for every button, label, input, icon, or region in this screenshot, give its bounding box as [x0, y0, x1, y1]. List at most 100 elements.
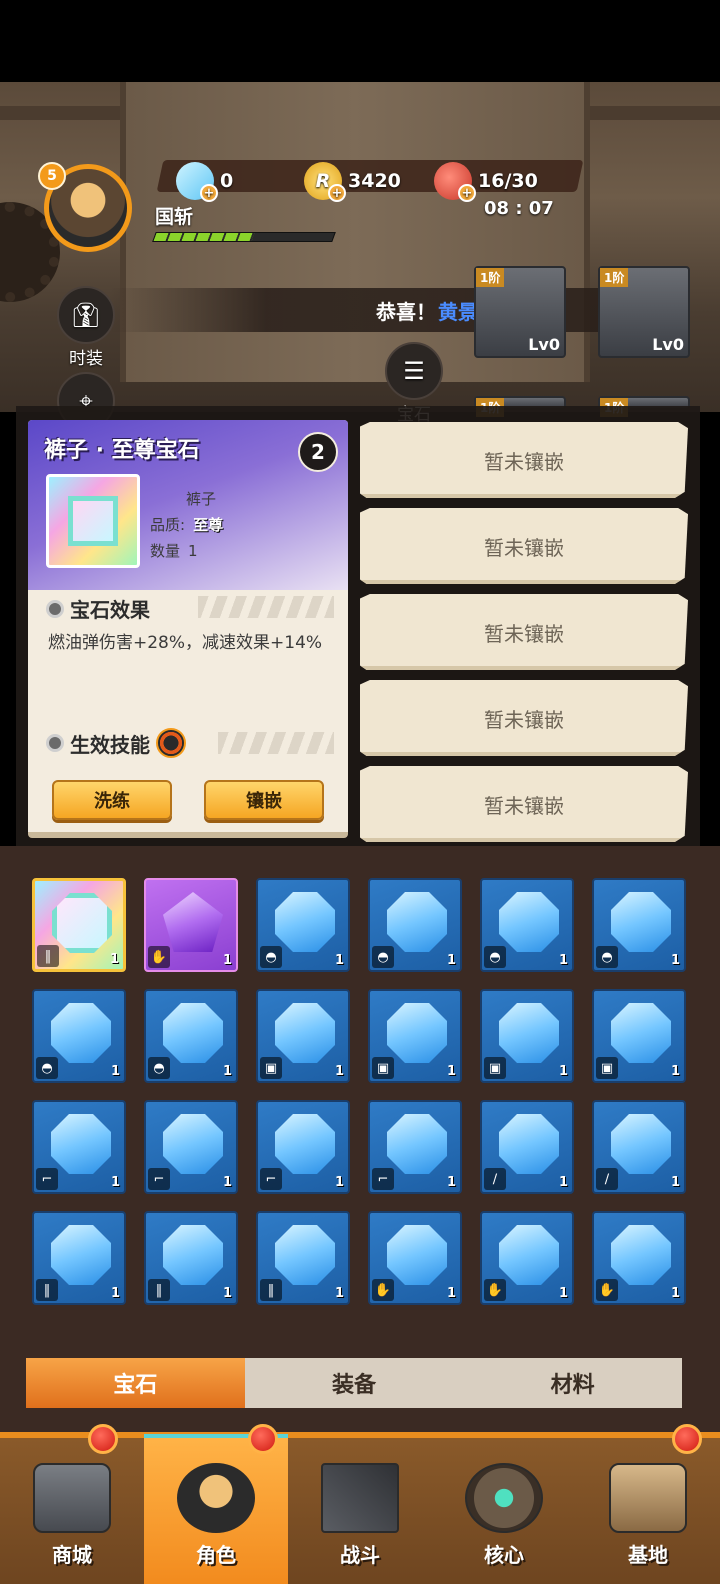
blue-gem-icon — [275, 1003, 335, 1063]
blue-gem-icon — [387, 892, 447, 952]
gem-count: 1 — [670, 1175, 680, 1190]
gem-item[interactable]: ‖ 1 — [144, 1211, 238, 1305]
gem-item[interactable]: ▣ 1 — [256, 989, 350, 1083]
helmet-icon: ◓ — [596, 946, 618, 968]
level-badge: 5 — [38, 162, 66, 190]
gem-item[interactable]: ‖ 1 — [32, 878, 126, 972]
gem-count: 1 — [334, 1286, 344, 1301]
gem-count: 1 — [222, 953, 232, 968]
add-stamina-icon[interactable]: + — [458, 184, 476, 202]
equipment-slot[interactable]: 1阶 Lv0 — [598, 266, 690, 358]
gem-item[interactable]: ⌐ 1 — [32, 1100, 126, 1194]
gem-item[interactable]: ‖ 1 — [32, 1211, 126, 1305]
add-diamond-icon[interactable]: + — [200, 184, 218, 202]
quantity-label: 数量 — [150, 542, 181, 560]
gem-socket[interactable]: 暂未镶嵌 — [360, 766, 688, 842]
gem-item[interactable]: ⌐ 1 — [144, 1100, 238, 1194]
gem-item[interactable]: ⌐ 1 — [368, 1100, 462, 1194]
gem-socket[interactable]: 暂未镶嵌 — [360, 508, 688, 584]
gem-count: 1 — [334, 1175, 344, 1190]
gem-info: 裤子 品质: 至尊 数量 1 — [150, 486, 223, 564]
blue-gem-icon — [51, 1114, 111, 1174]
armor-icon: ▣ — [372, 1057, 394, 1079]
exp-fill — [153, 233, 255, 241]
stripe-divider — [198, 596, 334, 618]
blue-gem-icon — [275, 892, 335, 952]
equipment-level: Lv0 — [528, 335, 560, 354]
effect-section-title: 宝石效果 — [46, 594, 150, 623]
stamina-count: 16/30 — [478, 170, 538, 192]
gem-item[interactable]: ▣ 1 — [592, 989, 686, 1083]
gem-item[interactable]: ◓ 1 — [256, 878, 350, 972]
tab-material[interactable]: 材料 — [463, 1358, 682, 1408]
gem-item[interactable]: ✋ 1 — [480, 1211, 574, 1305]
bullet-icon — [46, 734, 64, 752]
gem-count: 1 — [558, 953, 568, 968]
gem-count: 1 — [446, 953, 456, 968]
gem-socket[interactable]: 暂未镶嵌 — [360, 680, 688, 756]
exp-bar — [152, 232, 336, 242]
gem-item[interactable]: ✋ 1 — [144, 878, 238, 972]
gem-item[interactable]: ✋ 1 — [368, 1211, 462, 1305]
diamond-icon: + — [176, 162, 218, 202]
diamond-resource[interactable]: + 0 — [176, 162, 233, 202]
boot-icon: ⌐ — [36, 1168, 58, 1190]
blue-gem-icon — [387, 1225, 447, 1285]
gem-title: 裤子 · 至尊宝石 — [44, 438, 200, 463]
core-emblem-icon — [465, 1463, 543, 1533]
gem-item[interactable]: ‖ 1 — [256, 1211, 350, 1305]
blue-gem-icon — [275, 1114, 335, 1174]
gem-item[interactable]: ⌐ 1 — [256, 1100, 350, 1194]
gold-resource[interactable]: R + 3420 — [304, 162, 401, 202]
close-button[interactable]: 2 — [298, 432, 338, 472]
nav-base[interactable]: 基地 — [576, 1424, 720, 1584]
helmet-icon: ◓ — [484, 946, 506, 968]
armor-icon: ▣ — [596, 1057, 618, 1079]
gem-item[interactable]: ◓ 1 — [368, 878, 462, 972]
gem-count: 1 — [446, 1064, 456, 1079]
equipment-slot[interactable]: 1阶 Lv0 — [474, 266, 566, 358]
tier-badge: 1阶 — [476, 268, 505, 287]
nav-core[interactable]: 核心 — [432, 1438, 576, 1584]
stripe-divider — [218, 732, 334, 754]
gem-item[interactable]: ◓ 1 — [144, 989, 238, 1083]
nav-character[interactable]: 角色 — [144, 1424, 288, 1584]
gem-item[interactable]: ∕ 1 — [480, 1100, 574, 1194]
knife-icon: ∕ — [596, 1168, 618, 1190]
tab-equipment[interactable]: 装备 — [245, 1358, 464, 1408]
tab-gem[interactable]: 宝石 — [26, 1358, 245, 1408]
stamina-resource[interactable]: + 16/30 — [434, 162, 538, 202]
boot-icon: ⌐ — [260, 1168, 282, 1190]
notification-dot — [248, 1424, 278, 1454]
nav-label: 角色 — [196, 1543, 236, 1567]
gem-item[interactable]: ✋ 1 — [592, 1211, 686, 1305]
blue-gem-icon — [275, 1225, 335, 1285]
gem-socket[interactable]: 暂未镶嵌 — [360, 594, 688, 670]
supreme-gem-icon — [46, 474, 140, 568]
gem-item[interactable]: ◓ 1 — [32, 989, 126, 1083]
gem-socket[interactable]: 暂未镶嵌 — [360, 422, 688, 498]
glove-icon: ✋ — [596, 1279, 618, 1301]
nav-label: 基地 — [628, 1543, 668, 1567]
nav-shop[interactable]: 商城 — [0, 1424, 144, 1584]
nav-battle[interactable]: 战斗 — [288, 1438, 432, 1584]
blue-gem-icon — [499, 892, 559, 952]
fashion-button[interactable]: 👔︎ 时装 — [54, 286, 118, 369]
gem-item[interactable]: ▣ 1 — [480, 989, 574, 1083]
gem-item[interactable]: ▣ 1 — [368, 989, 462, 1083]
add-gold-icon[interactable]: + — [328, 184, 346, 202]
blue-gem-icon — [387, 1114, 447, 1174]
character-portrait-icon — [177, 1463, 255, 1533]
inlay-button[interactable]: 镶嵌 — [204, 780, 324, 820]
gem-item[interactable]: ◓ 1 — [480, 878, 574, 972]
gem-item[interactable]: ∕ 1 — [592, 1100, 686, 1194]
gem-count: 1 — [222, 1286, 232, 1301]
helmet-icon: ◓ — [36, 1057, 58, 1079]
bomb-skill-icon[interactable] — [156, 728, 186, 758]
gem-item[interactable]: ◓ 1 — [592, 878, 686, 972]
player-avatar[interactable]: 5 — [38, 162, 132, 252]
notice-prefix: 恭喜！ — [376, 299, 436, 324]
fashion-label: 时装 — [69, 349, 103, 369]
nav-label: 战斗 — [340, 1543, 380, 1567]
refine-button[interactable]: 洗练 — [52, 780, 172, 820]
